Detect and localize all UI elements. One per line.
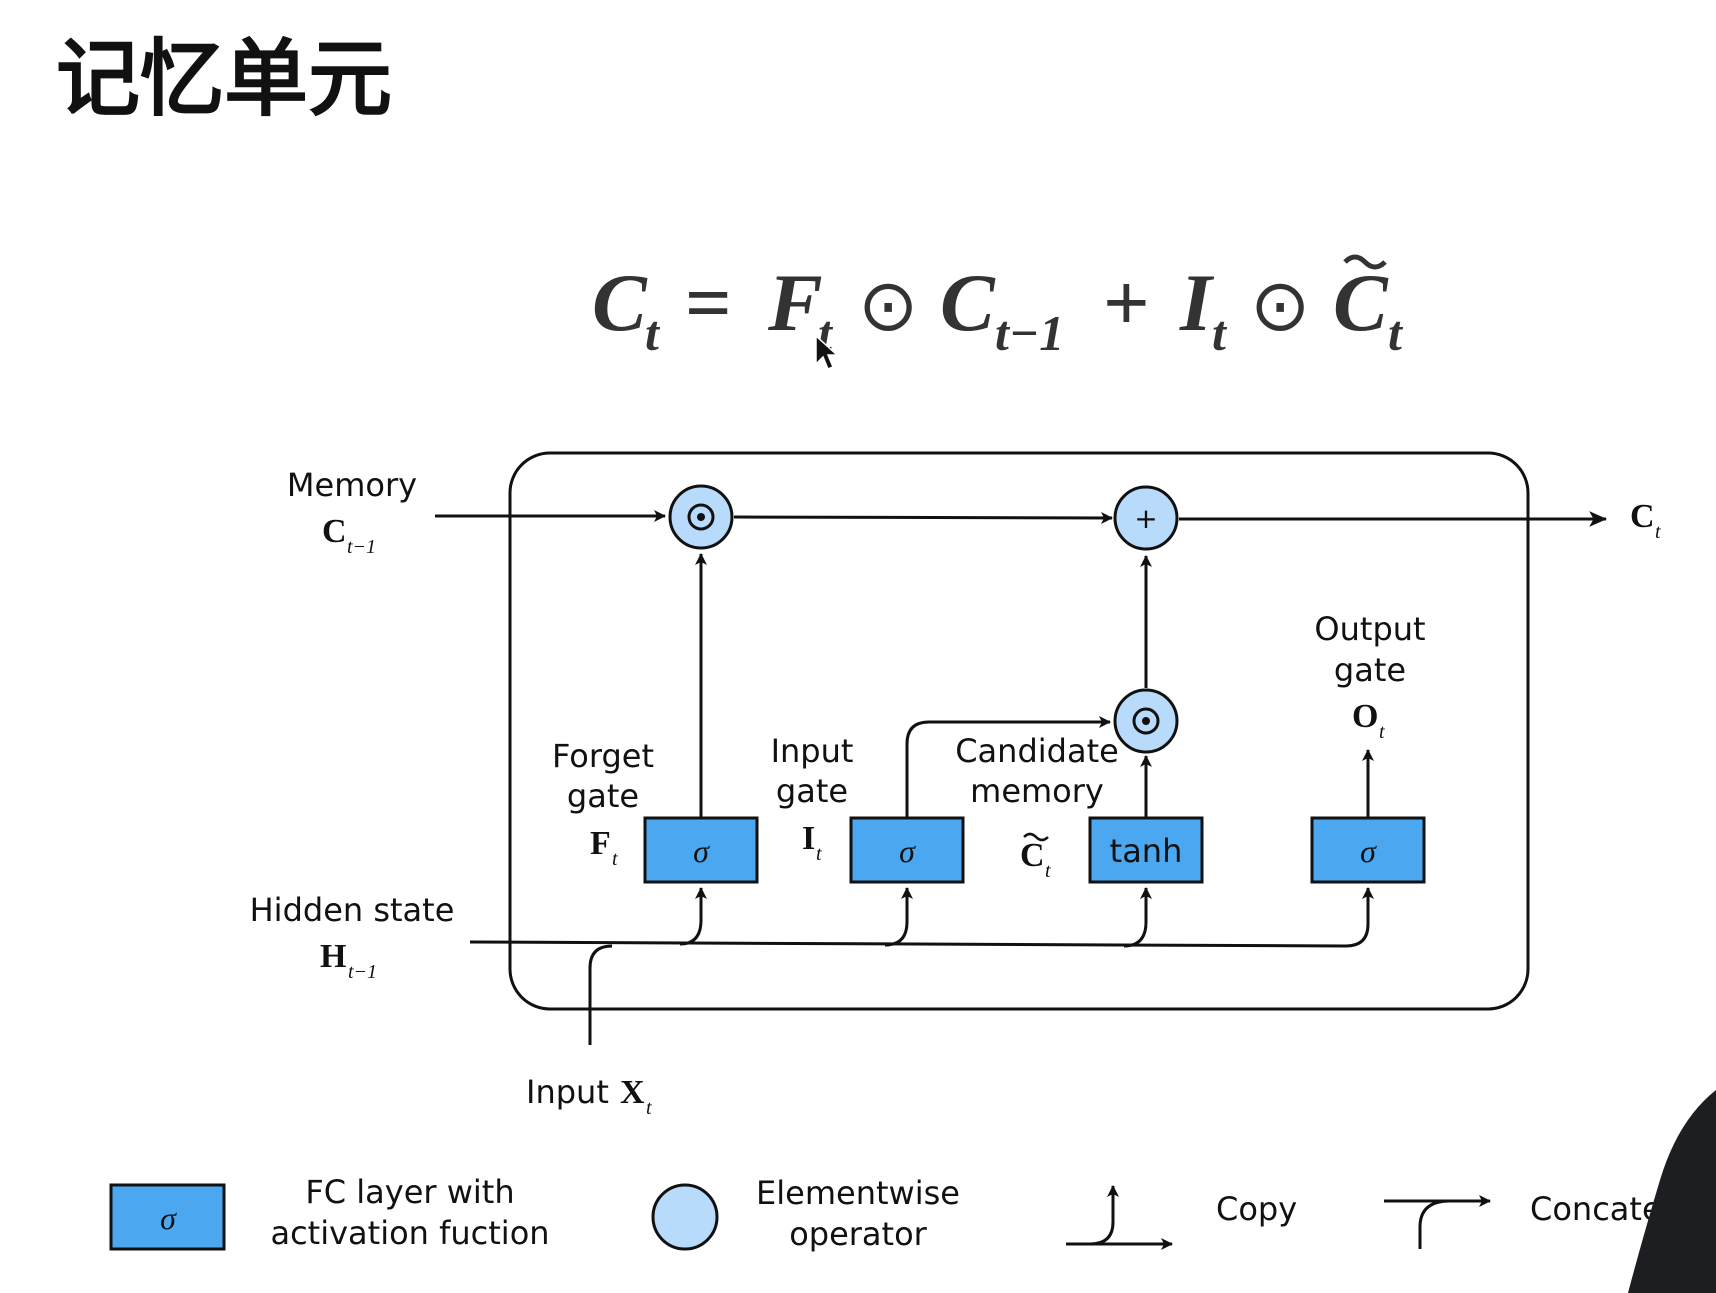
legend: σ FC layer with activation fuction Eleme…	[109, 1173, 1662, 1253]
forget-gate-symbol-sub: t	[612, 848, 618, 870]
candidate-symbol-sub: t	[1045, 860, 1051, 882]
legend-fc-line2: activation fuction	[270, 1214, 549, 1252]
output-gate-box: σ	[1310, 816, 1426, 884]
forget-gate-box: σ	[643, 816, 759, 884]
legend-concat-label: Concate	[1530, 1190, 1662, 1228]
eq-equals: =	[685, 257, 732, 348]
legend-fc-icon: σ	[109, 1183, 226, 1251]
memory-label: Memory	[287, 466, 417, 504]
input-x-sub: t	[646, 1097, 652, 1119]
input-multiply-operator	[1113, 688, 1179, 754]
legend-elementwise-line1: Elementwise	[756, 1174, 960, 1212]
eq-odot-1: ⊙	[858, 266, 918, 346]
legend-concat-icon	[1384, 1195, 1491, 1249]
input-x-label: Input	[526, 1073, 609, 1111]
eq-candidate-sub: t	[1388, 305, 1404, 361]
forget-gate-label-2: gate	[567, 777, 639, 815]
output-gate-symbol-sub: t	[1379, 721, 1385, 743]
lstm-memory-cell-diagram: 记忆单元 C t = F t ⊙ C t−1 + I t ⊙ C t + σ σ…	[56, 30, 1716, 1293]
eq-forget: F	[767, 257, 823, 348]
forget-gate-symbol: F	[590, 825, 611, 862]
forget-gate-activation: σ	[693, 833, 710, 869]
forget-gate-label-1: Forget	[552, 737, 654, 775]
forget-multiply-operator	[668, 484, 734, 550]
output-gate-label-1: Output	[1314, 610, 1425, 648]
input-gate-symbol: I	[802, 820, 815, 857]
legend-fc-symbol: σ	[160, 1200, 177, 1236]
memory-symbol: C	[322, 513, 347, 550]
candidate-box: tanh	[1088, 816, 1204, 884]
add-operator: +	[1113, 485, 1179, 551]
hidden-state-label: Hidden state	[250, 891, 455, 929]
input-gate-activation: σ	[899, 833, 916, 869]
eq-lhs: C	[592, 257, 648, 348]
eq-plus: +	[1103, 257, 1150, 348]
candidate-label-2: memory	[970, 772, 1104, 810]
hidden-symbol-sub: t−1	[348, 961, 377, 983]
eq-input: I	[1179, 257, 1215, 348]
cell-update-equation: C t = F t ⊙ C t−1 + I t ⊙ C t	[592, 254, 1404, 361]
slide: 记忆单元 C t = F t ⊙ C t−1 + I t ⊙ C t + σ σ…	[0, 0, 1716, 1293]
input-gate-label-1: Input	[771, 732, 854, 770]
hidden-symbol: H	[320, 938, 346, 975]
output-memory-sub: t	[1655, 521, 1661, 543]
legend-copy-label: Copy	[1216, 1190, 1297, 1228]
output-gate-label-2: gate	[1334, 651, 1406, 689]
eq-prev-memory-sub: t−1	[995, 305, 1064, 361]
slide-title: 记忆单元	[56, 30, 392, 128]
output-gate-activation: σ	[1360, 833, 1377, 869]
eq-input-sub: t	[1212, 305, 1228, 361]
input-gate-label-2: gate	[776, 772, 848, 810]
eq-candidate: C	[1333, 257, 1389, 348]
candidate-label-1: Candidate	[955, 732, 1119, 770]
legend-elementwise-icon	[651, 1183, 719, 1251]
output-gate-symbol: O	[1352, 698, 1378, 735]
input-gate-symbol-sub: t	[816, 843, 822, 865]
eq-prev-memory: C	[940, 257, 996, 348]
legend-fc-line1: FC layer with	[305, 1173, 514, 1211]
output-memory-symbol: C	[1630, 498, 1655, 535]
eq-lhs-sub: t	[645, 305, 661, 361]
candidate-activation: tanh	[1110, 832, 1183, 870]
input-gate-box: σ	[849, 816, 965, 884]
legend-copy-icon	[1066, 1185, 1173, 1250]
eq-odot-2: ⊙	[1250, 266, 1310, 346]
legend-elementwise-line2: operator	[789, 1215, 927, 1253]
memory-symbol-sub: t−1	[347, 536, 376, 558]
input-x-symbol: X	[620, 1074, 645, 1111]
candidate-symbol: C	[1020, 837, 1045, 874]
add-operator-label: +	[1134, 502, 1157, 535]
